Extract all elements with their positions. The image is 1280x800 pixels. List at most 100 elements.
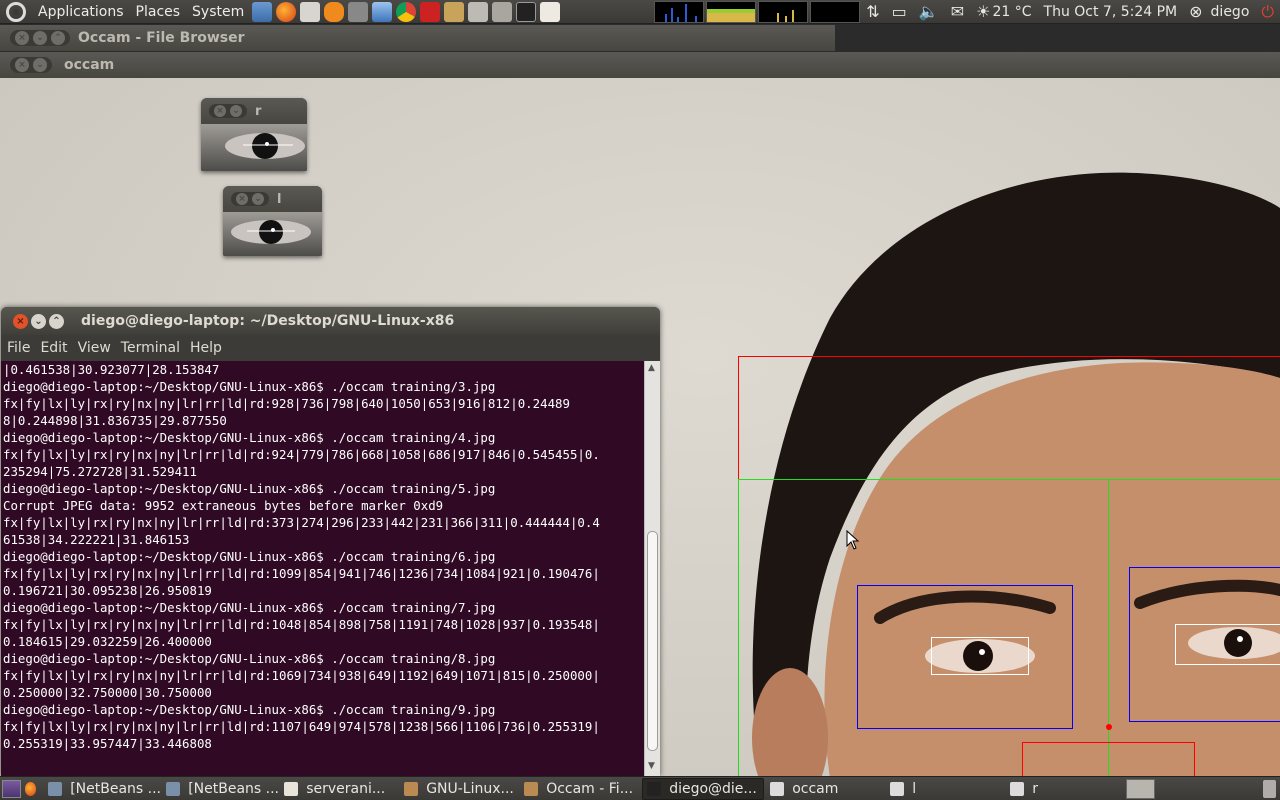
occam-window-buttons: × ⌄ (10, 57, 52, 73)
occam-titlebar[interactable]: × ⌄ occam (0, 52, 1280, 78)
minimize-icon[interactable]: ⌄ (33, 31, 47, 45)
taskbar-item[interactable]: occam (766, 778, 884, 800)
left-eye-crop-image (223, 212, 322, 256)
firefox-bottom-icon[interactable] (24, 781, 37, 796)
menu-edit[interactable]: Edit (34, 340, 71, 356)
file-browser-titlebar[interactable]: × ⌄ ⌃ Occam - File Browser (0, 25, 835, 51)
chrome-icon[interactable] (396, 1, 417, 22)
weather-sun-icon[interactable]: ☀ (976, 2, 990, 21)
nose-point-marker (1106, 724, 1112, 730)
terminal-window[interactable]: × ⌄ ⌃ diego@diego-laptop: ~/Desktop/GNU-… (1, 307, 660, 776)
menu-places[interactable]: Places (130, 4, 187, 20)
eye-window-r-titlebar[interactable]: × ⌄ r (201, 98, 307, 124)
terminal-line: 0.250000|32.750000|30.750000 (3, 685, 212, 700)
eye-window-r-buttons: × ⌄ (209, 104, 247, 118)
text-editor-launcher-icon[interactable] (540, 1, 561, 22)
taskbar-item-label: diego@die... (669, 780, 757, 797)
taskbar-item[interactable]: diego@die... (642, 777, 765, 800)
close-icon[interactable]: × (15, 31, 29, 45)
eye-window-r[interactable]: × ⌄ r (201, 98, 307, 171)
terminal-line: 0.184615|29.032259|26.400000 (3, 634, 212, 649)
menu-help[interactable]: Help (184, 340, 226, 356)
terminal-line: fx|fy|lx|ly|rx|ry|nx|ny|lr|rr|ld|rd:1107… (3, 719, 600, 734)
ubuntu-logo-icon[interactable] (6, 1, 26, 22)
close-icon[interactable]: × (15, 58, 29, 72)
launcher-icon-5[interactable] (348, 1, 369, 22)
minimize-icon[interactable]: ⌄ (33, 58, 47, 72)
firefox-icon[interactable] (276, 1, 297, 22)
file-browser-window-buttons: × ⌄ ⌃ (10, 30, 70, 46)
screenshot-icon[interactable] (492, 1, 513, 22)
cpu-monitor-graph (654, 0, 705, 23)
mail-icon[interactable]: ✉ (951, 2, 964, 21)
terminal-line: fx|fy|lx|ly|rx|ry|nx|ny|lr|rr|ld|rd:373|… (3, 515, 600, 530)
power-icon[interactable]: ⏻ (1261, 2, 1274, 22)
taskbar-tasks: [NetBeans ... [NetBeans ... serverani... GN… (44, 777, 1126, 800)
volume-icon[interactable]: 🔈 (919, 2, 939, 21)
terminal-output[interactable]: |0.461538|30.923077|28.153847 diego@diego… (1, 361, 644, 776)
minimize-icon[interactable]: ⌄ (230, 105, 242, 117)
taskbar-item-label: occam (792, 780, 839, 797)
terminal-line: diego@diego-laptop:~/Desktop/GNU-Linux-x… (3, 702, 496, 717)
cube-icon[interactable] (372, 1, 393, 22)
eye-window-r-title: r (255, 103, 262, 119)
menu-view[interactable]: View (72, 340, 115, 356)
minimize-icon[interactable]: ⌄ (252, 193, 264, 205)
terminal-line: diego@diego-laptop:~/Desktop/GNU-Linux-x… (3, 379, 496, 394)
close-icon[interactable]: × (13, 313, 28, 329)
terminal-title: diego@diego-laptop: ~/Desktop/GNU-Linux-… (81, 313, 455, 329)
calculator-icon[interactable] (468, 1, 489, 22)
menu-terminal[interactable]: Terminal (115, 340, 184, 356)
taskbar-item[interactable]: [NetBeans ... (44, 778, 160, 800)
scroll-down-arrow-icon[interactable]: ▼ (648, 761, 655, 771)
launcher-icon-3[interactable] (300, 1, 321, 22)
terminal-scrollbar[interactable]: ▲ ▼ (644, 361, 660, 776)
text-editor-icon (284, 781, 299, 796)
launcher-icon-1[interactable] (252, 1, 273, 22)
workspace-switcher[interactable] (1126, 778, 1155, 799)
taskbar-item[interactable]: serverani... (280, 778, 398, 800)
terminal-line: Corrupt JPEG data: 9952 extraneous bytes… (3, 498, 444, 513)
weather-temperature[interactable]: 21 °C (992, 4, 1031, 20)
trash-icon[interactable] (1262, 779, 1276, 798)
right-eye-box (1175, 624, 1280, 665)
taskbar-item[interactable]: l (886, 778, 1004, 800)
maximize-icon[interactable]: ⌃ (51, 31, 65, 45)
battery-icon[interactable]: ▭ (892, 2, 907, 21)
terminal-launcher-icon[interactable] (516, 1, 537, 22)
taskbar-item-label: Occam - Fi... (546, 780, 634, 797)
taskbar-item[interactable]: Occam - Fi... (520, 778, 640, 800)
network-arrows-icon[interactable]: ⇅ (866, 2, 879, 21)
close-icon[interactable]: × (214, 105, 226, 117)
clock[interactable]: Thu Oct 7, 5:24 PM (1044, 4, 1178, 20)
eye-window-l-titlebar[interactable]: × ⌄ l (223, 186, 322, 212)
archive-icon[interactable] (444, 1, 465, 22)
butterfly-icon[interactable] (324, 1, 345, 22)
terminal-titlebar[interactable]: × ⌄ ⌃ diego@diego-laptop: ~/Desktop/GNU-… (1, 307, 660, 335)
terminal-line: fx|fy|lx|ly|rx|ry|nx|ny|lr|rr|ld|rd:1099… (3, 566, 600, 581)
phone-icon[interactable] (420, 1, 441, 22)
user-name[interactable]: diego (1211, 4, 1250, 20)
menu-applications[interactable]: Applications (32, 4, 130, 20)
terminal-line: diego@diego-laptop:~/Desktop/GNU-Linux-x… (3, 651, 496, 666)
terminal-line: fx|fy|lx|ly|rx|ry|nx|ny|lr|rr|ld|rd:924|… (3, 447, 600, 462)
eye-window-l[interactable]: × ⌄ l (223, 186, 322, 256)
netbeans-icon (48, 781, 63, 796)
scrollbar-thumb[interactable] (647, 531, 658, 751)
menu-file[interactable]: File (1, 340, 34, 356)
close-icon[interactable]: × (236, 193, 248, 205)
taskbar-item[interactable]: r (1006, 778, 1124, 800)
taskbar-item-label: r (1032, 780, 1038, 797)
show-desktop-icon[interactable] (2, 779, 21, 798)
menu-system[interactable]: System (186, 4, 250, 20)
user-status-icon[interactable]: ⊗ (1189, 2, 1202, 21)
minimize-icon[interactable]: ⌄ (31, 313, 46, 329)
maximize-icon[interactable]: ⌃ (49, 313, 64, 329)
terminal-line: diego@diego-laptop:~/Desktop/GNU-Linux-x… (3, 600, 496, 615)
taskbar-item-label: GNU-Linux... (426, 780, 514, 797)
scroll-up-arrow-icon[interactable]: ▲ (648, 363, 655, 373)
eye-window-l-title: l (277, 191, 282, 207)
taskbar-item[interactable]: GNU-Linux... (400, 778, 518, 800)
left-eye-crop-drawing (231, 220, 311, 244)
taskbar-item[interactable]: [NetBeans ... (162, 778, 278, 800)
